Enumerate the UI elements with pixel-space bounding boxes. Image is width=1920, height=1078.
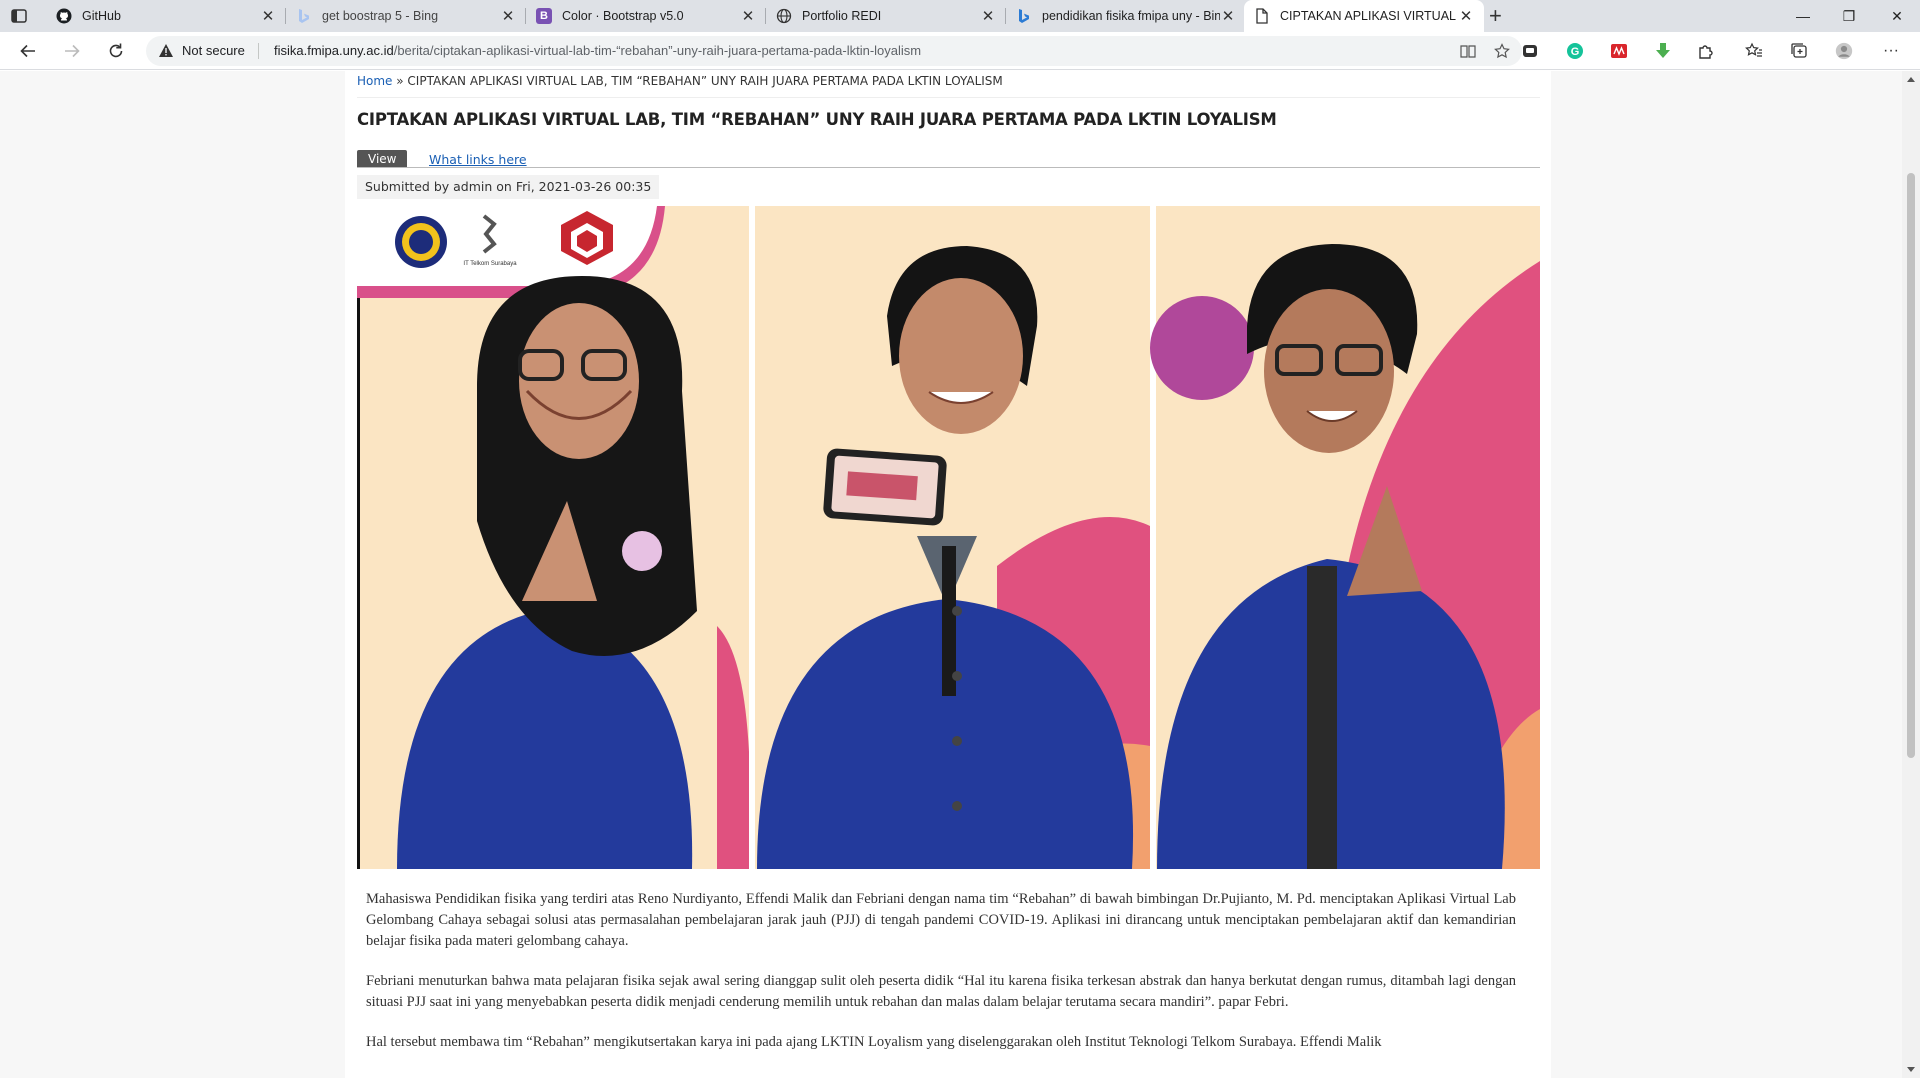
window-close-button[interactable]: ✕ [1874,0,1920,32]
close-icon[interactable]: ✕ [260,7,276,25]
tab-title: get boostrap 5 - Bing [322,9,439,23]
bing-icon [1016,8,1032,24]
tab-title: GitHub [82,9,121,23]
close-icon[interactable]: ✕ [980,7,996,25]
page-scrollbar[interactable] [1902,71,1920,1078]
tab-view[interactable]: View [357,150,408,168]
tab-title: pendidikan fisika fmipa uny - Bin [1042,9,1220,23]
breadcrumb-home-link[interactable]: Home [357,74,392,88]
logo-caption: IT Telkom Surabaya [463,261,517,267]
add-favorite-icon[interactable] [1494,43,1510,59]
article-photo: IT Telkom Surabaya [357,206,1540,869]
minimize-button[interactable]: — [1780,0,1826,32]
scroll-up-arrow-icon[interactable] [1907,77,1915,82]
breadcrumb-current: CIPTAKAN APLIKASI VIRTUAL LAB, TIM “REBA… [407,74,1003,88]
tab-title: CIPTAKAN APLIKASI VIRTUAL LA [1280,9,1458,23]
tab-bootstrap-color[interactable]: B Color · Bootstrap v5.0 ✕ [526,0,766,32]
page-icon [1254,8,1270,24]
github-icon [56,8,72,24]
submitted-meta: Submitted by admin on Fri, 2021-03-26 00… [357,175,660,199]
extension-pocket-icon[interactable] [1521,42,1539,60]
breadcrumb-separator: » [392,74,408,88]
tab-github[interactable]: GitHub ✕ [46,0,286,32]
tab-what-links-here[interactable]: What links here [429,152,527,167]
restore-button[interactable]: ❐ [1826,0,1872,32]
tab-actions-icon[interactable] [10,7,28,25]
tab-strip: GitHub ✕ get boostrap 5 - Bing ✕ B Color… [0,0,1920,32]
page-viewport: Home » CIPTAKAN APLIKASI VIRTUAL LAB, TI… [0,71,1902,1078]
tab-title: Portfolio REDI [802,9,882,23]
bootstrap-icon: B [536,8,552,24]
immersive-reader-icon[interactable] [1460,43,1476,59]
more-options-icon[interactable]: ··· [1882,42,1900,60]
scroll-down-arrow-icon[interactable] [1907,1067,1915,1072]
security-label[interactable]: Not secure [182,43,245,58]
reload-button[interactable] [102,37,130,65]
url-domain: fisika.fmipa.uny.ac.id [274,43,394,58]
extensions-puzzle-icon[interactable] [1697,42,1715,60]
article-paragraph: Febriani menuturkan bahwa mata pelajaran… [366,973,1516,1010]
close-icon[interactable]: ✕ [1220,7,1236,25]
scroll-thumb[interactable] [1907,173,1915,758]
url-text[interactable]: fisika.fmipa.uny.ac.id/berita/ciptakan-a… [274,43,921,58]
extension-red-icon[interactable] [1610,42,1628,60]
tab-portfolio[interactable]: Portfolio REDI ✕ [766,0,1006,32]
close-icon[interactable]: ✕ [1458,7,1474,25]
new-tab-button[interactable]: + [1489,3,1502,29]
tab-bing-fisika[interactable]: pendidikan fisika fmipa uny - Bin ✕ [1006,0,1246,32]
forward-button[interactable] [58,37,86,65]
grammarly-icon[interactable]: G [1566,42,1584,60]
download-extension-icon[interactable] [1654,42,1672,60]
globe-icon [776,8,792,24]
close-icon[interactable]: ✕ [500,7,516,25]
breadcrumb: Home » CIPTAKAN APLIKASI VIRTUAL LAB, TI… [357,74,1003,88]
url-path: /berita/ciptakan-aplikasi-virtual-lab-ti… [393,43,922,58]
tab-title: Color · Bootstrap v5.0 [562,9,684,23]
address-toolbar: Not secure fisika.fmipa.uny.ac.id/berita… [0,32,1920,70]
tab-active-article[interactable]: CIPTAKAN APLIKASI VIRTUAL LA ✕ [1244,0,1484,32]
close-icon[interactable]: ✕ [740,7,756,25]
article-paragraph: Mahasiswa Pendidikan fisika yang terdiri… [366,891,1516,949]
svg-text:G: G [1571,46,1580,58]
tab-bing-bootstrap[interactable]: get boostrap 5 - Bing ✕ [286,0,526,32]
article-body: Mahasiswa Pendidikan fisika yang terdiri… [366,889,1516,1072]
team-photo-illustration: IT Telkom Surabaya [357,206,1540,869]
article-paragraph: Hal tersebut membawa tim “Rebahan” mengi… [366,1034,1382,1050]
collections-icon[interactable] [1790,42,1808,60]
warning-icon[interactable] [158,43,174,63]
bing-icon [296,8,312,24]
favorites-icon[interactable] [1745,42,1763,60]
back-button[interactable] [14,37,42,65]
page-title: CIPTAKAN APLIKASI VIRTUAL LAB, TIM “REBA… [357,110,1277,129]
main-content: Home » CIPTAKAN APLIKASI VIRTUAL LAB, TI… [345,71,1551,1078]
address-bar[interactable]: Not secure fisika.fmipa.uny.ac.id/berita… [146,36,1522,66]
profile-avatar-icon[interactable] [1835,42,1853,60]
